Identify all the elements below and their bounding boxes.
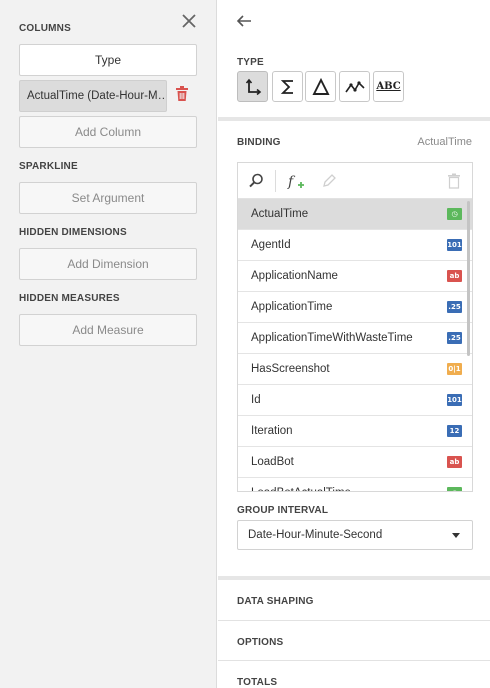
field-name: ApplicationTimeWithWasteTime (251, 332, 413, 344)
list-item[interactable]: ActualTime ◷ (238, 199, 472, 230)
sum-icon (280, 79, 293, 94)
field-name: ActualTime (251, 208, 309, 220)
type-button[interactable]: Type (19, 44, 197, 76)
field-type-badge: 101 (447, 394, 462, 406)
field-type-badge: 101 (447, 239, 462, 251)
options-label: OPTIONS (237, 637, 284, 648)
search-icon[interactable] (247, 172, 265, 190)
left-panel: COLUMNS Type ActualTime (Date-Hour-M… Ad… (0, 0, 217, 688)
field-type-badge: .25 (447, 301, 462, 313)
field-name: LoadBot (251, 456, 294, 468)
field-name: Iteration (251, 425, 293, 437)
data-shaping-label: DATA SHAPING (237, 596, 314, 607)
sparkline-icon (344, 80, 365, 92)
accordion-options[interactable]: OPTIONS (218, 620, 490, 660)
delta-icon (311, 77, 330, 95)
dimension-axis-icon (245, 78, 261, 95)
field-type-badge: ◷ (447, 487, 462, 491)
field-name: Id (251, 394, 261, 406)
set-argument-button[interactable]: Set Argument (19, 182, 197, 214)
type-delta-button[interactable] (305, 71, 336, 102)
add-measure-button[interactable]: Add Measure (19, 314, 197, 346)
binding-value: ActualTime (417, 136, 472, 148)
right-panel: TYPE ABC BINDING ActualTime f ActualTime… (218, 0, 490, 688)
field-name: HasScreenshot (251, 363, 330, 375)
sparkline-title: SPARKLINE (19, 161, 78, 172)
field-type-badge: 0|1 (447, 363, 462, 375)
toolbar-separator (275, 170, 276, 192)
add-dimension-button[interactable]: Add Dimension (19, 248, 197, 280)
columns-title: COLUMNS (19, 23, 71, 34)
field-list-toolbar: f (238, 163, 472, 199)
list-item[interactable]: AgentId 101 (238, 230, 472, 261)
list-item[interactable]: LoadBot ab (238, 447, 472, 478)
field-list: f ActualTime ◷ AgentId 101 ApplicationName ab… (237, 162, 473, 492)
add-column-button[interactable]: Add Column (19, 116, 197, 148)
type-text-button[interactable]: ABC (373, 71, 404, 102)
field-type-badge: ab (447, 270, 462, 282)
list-item[interactable]: LoadBotActualTime ◷ (238, 478, 472, 491)
section-divider (218, 117, 490, 121)
list-item[interactable]: Iteration 12 (238, 416, 472, 447)
chevron-down-icon (452, 533, 460, 538)
type-dimension-button[interactable] (237, 71, 268, 102)
delete-field-icon[interactable] (445, 172, 463, 190)
accordion-data-shaping[interactable]: DATA SHAPING (218, 580, 490, 620)
back-arrow-icon[interactable] (235, 12, 253, 30)
type-measure-button[interactable] (272, 71, 303, 102)
field-name: ApplicationName (251, 270, 338, 282)
type-sparkline-button[interactable] (339, 71, 370, 102)
field-type-badge: ab (447, 456, 462, 468)
delete-column-icon[interactable] (175, 86, 189, 102)
add-calculated-field-icon[interactable]: f (286, 172, 306, 190)
field-type-badge: ◷ (447, 208, 462, 220)
hidden-measures-title: HIDDEN MEASURES (19, 293, 120, 304)
hidden-dimensions-title: HIDDEN DIMENSIONS (19, 227, 127, 238)
group-interval-value: Date-Hour-Minute-Second (248, 529, 383, 541)
totals-label: TOTALS (237, 677, 278, 688)
abc-icon: ABC (376, 81, 401, 92)
field-name: ApplicationTime (251, 301, 333, 313)
list-item[interactable]: ApplicationTime .25 (238, 292, 472, 323)
field-name: LoadBotActualTime (251, 487, 351, 491)
field-type-badge: 12 (447, 425, 462, 437)
list-item[interactable]: Id 101 (238, 385, 472, 416)
svg-text:f: f (287, 174, 296, 190)
group-interval-title: GROUP INTERVAL (237, 505, 329, 516)
close-icon[interactable] (180, 12, 198, 30)
field-type-badge: .25 (447, 332, 462, 344)
field-name: AgentId (251, 239, 291, 251)
list-item[interactable]: ApplicationTimeWithWasteTime .25 (238, 323, 472, 354)
list-item[interactable]: HasScreenshot 0|1 (238, 354, 472, 385)
column-chip-actualtime[interactable]: ActualTime (Date-Hour-M… (19, 80, 167, 112)
type-title: TYPE (237, 57, 264, 68)
list-scrollbar[interactable] (467, 201, 470, 356)
accordion-totals[interactable]: TOTALS (218, 660, 490, 688)
group-interval-select[interactable]: Date-Hour-Minute-Second (237, 520, 473, 550)
edit-icon[interactable] (320, 172, 338, 190)
binding-title: BINDING (237, 137, 281, 148)
list-item[interactable]: ApplicationName ab (238, 261, 472, 292)
field-rows: ActualTime ◷ AgentId 101 ApplicationName ab Ap… (238, 199, 472, 491)
